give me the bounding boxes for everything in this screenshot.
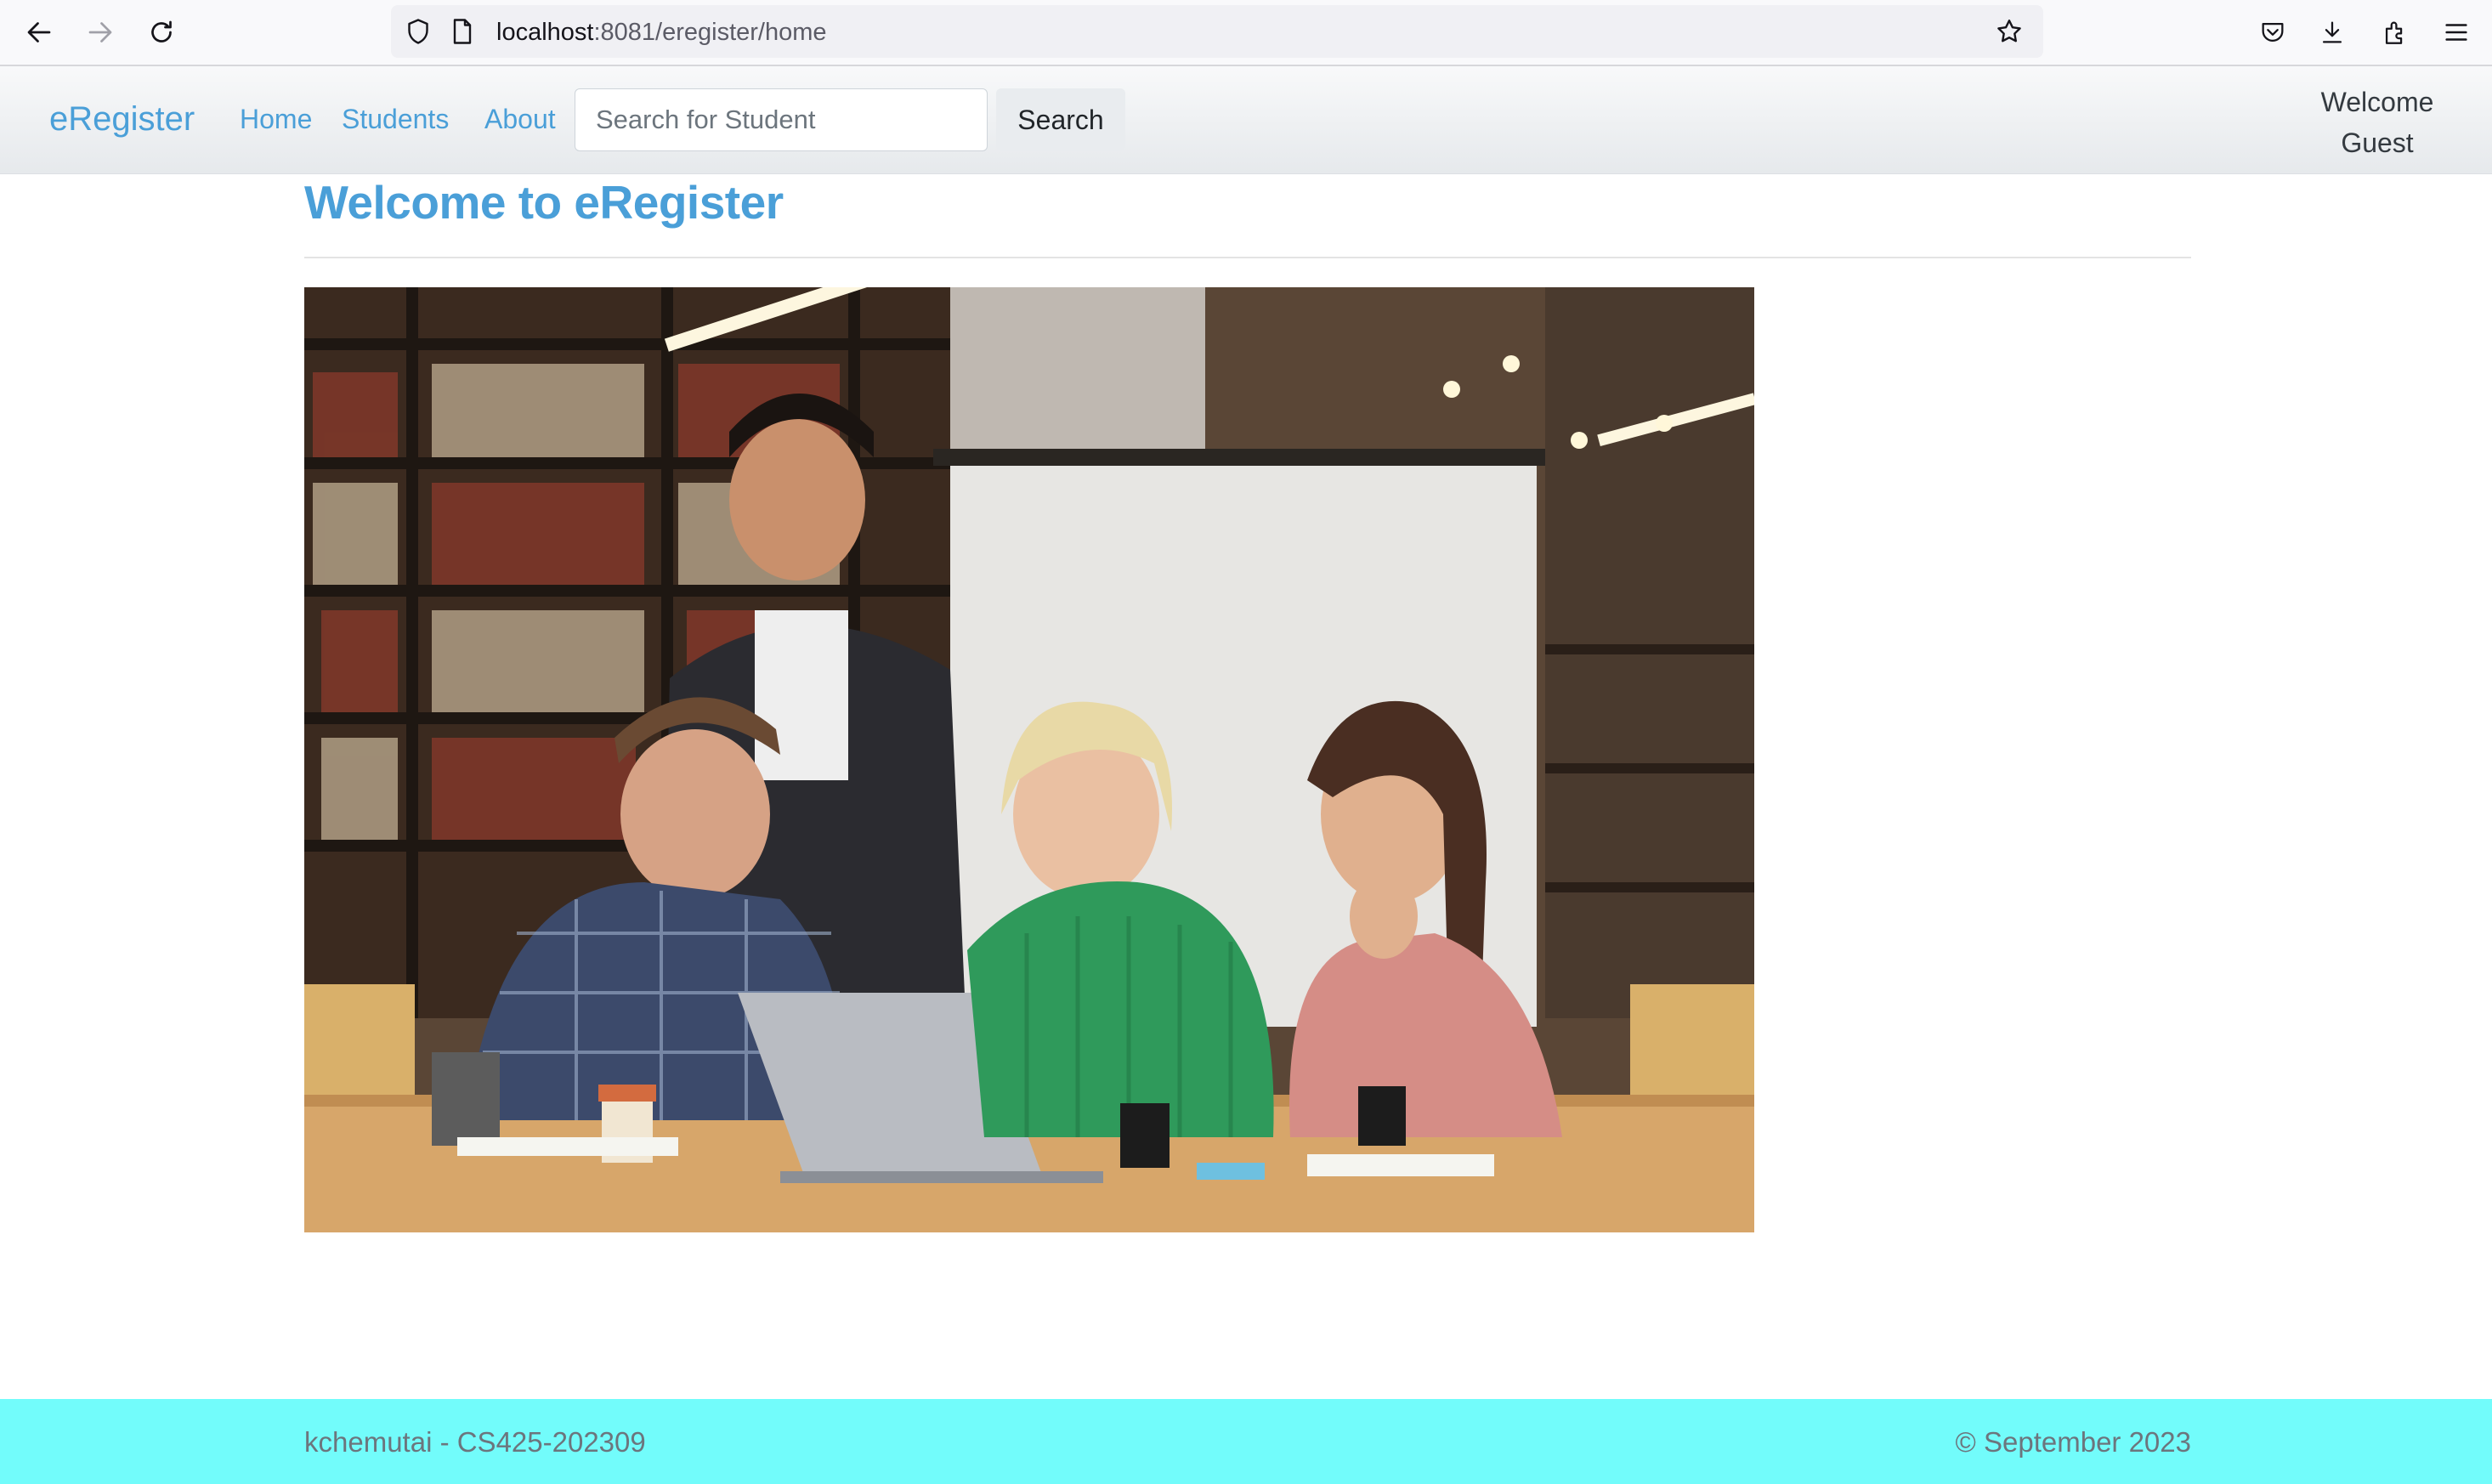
footer-copyright: © September 2023 xyxy=(1955,1426,2192,1458)
pocket-icon[interactable] xyxy=(2256,15,2290,49)
search-button[interactable]: Search xyxy=(996,88,1125,151)
forward-icon[interactable] xyxy=(80,12,121,53)
welcome-user: Welcome Guest xyxy=(2295,82,2460,163)
nav-link-students[interactable]: Students xyxy=(342,104,449,135)
url-text[interactable]: localhost:8081/eregister/home xyxy=(496,19,827,47)
nav-link-about[interactable]: About xyxy=(484,104,556,135)
url-path: :8081/eregister/home xyxy=(593,19,827,46)
title-divider xyxy=(304,257,2191,258)
extensions-icon[interactable] xyxy=(2378,15,2412,49)
hero-image xyxy=(304,287,1754,1232)
welcome-label: Welcome xyxy=(2320,87,2434,117)
url-bar[interactable]: localhost:8081/eregister/home xyxy=(391,5,2043,58)
browser-toolbar: localhost:8081/eregister/home xyxy=(0,0,2492,66)
page-title: Welcome to eRegister xyxy=(304,176,784,229)
nav-link-home[interactable]: Home xyxy=(240,104,312,135)
shield-icon[interactable] xyxy=(403,16,433,47)
page-footer: kchemutai - CS425-202309 © September 202… xyxy=(0,1399,2492,1484)
download-icon[interactable] xyxy=(2315,15,2349,49)
back-icon[interactable] xyxy=(19,12,59,53)
menu-icon[interactable] xyxy=(2439,15,2473,49)
reload-icon[interactable] xyxy=(141,12,182,53)
url-host: localhost xyxy=(496,19,594,46)
app-navbar: eRegister Home Students About Search Wel… xyxy=(0,66,2492,174)
bookmark-star-icon[interactable] xyxy=(1994,16,2025,47)
footer-author: kchemutai - CS425-202309 xyxy=(304,1426,646,1458)
page-icon[interactable] xyxy=(447,16,478,47)
search-input[interactable] xyxy=(575,88,988,151)
user-name: Guest xyxy=(2341,127,2414,158)
brand-link[interactable]: eRegister xyxy=(49,100,195,139)
